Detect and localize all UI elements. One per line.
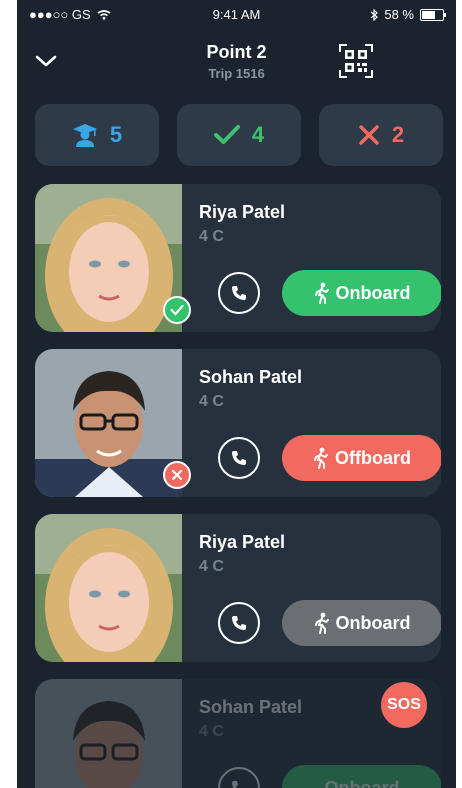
walking-person-icon <box>314 612 329 634</box>
onboard-stat[interactable]: 4 <box>177 104 301 166</box>
student-class: 4 C <box>199 228 224 245</box>
action-label: Onboard <box>324 777 400 788</box>
offboarded-badge <box>163 461 191 489</box>
onboard-count: 4 <box>251 122 265 147</box>
call-button[interactable] <box>218 767 260 788</box>
onboard-button[interactable]: Onboard <box>282 765 441 788</box>
check-icon <box>213 125 240 144</box>
check-icon <box>170 304 184 316</box>
student-card: Sohan Patel 4 C Onboard <box>35 679 441 788</box>
phone-icon <box>232 286 246 300</box>
walking-person-icon <box>314 447 328 469</box>
cross-icon <box>171 469 183 481</box>
page-title: Point 2 <box>206 42 267 62</box>
student-icon <box>72 124 97 147</box>
battery-icon <box>420 8 446 21</box>
student-card: Riya Patel 4 C Onboard <box>35 184 441 332</box>
status-bar: ●●●○○ GS 9:41 AM 58 % <box>17 0 456 30</box>
app-screen: ●●●○○ GS 9:41 AM 58 % Point 2 Trip 1516 <box>17 0 456 788</box>
status-right: 58 % <box>370 7 446 22</box>
qr-code-icon[interactable] <box>339 44 373 78</box>
student-name: Riya Patel <box>199 532 286 552</box>
total-students-stat[interactable]: 5 <box>35 104 159 166</box>
bluetooth-icon <box>370 8 379 21</box>
student-photo <box>35 349 182 497</box>
student-photo <box>35 679 182 788</box>
student-class: 4 C <box>199 558 224 575</box>
trip-subtitle: Trip 1516 <box>208 66 265 81</box>
onboard-button[interactable]: Onboard <box>282 270 441 316</box>
walking-person-icon <box>314 282 329 304</box>
student-name: Sohan Patel <box>199 367 303 387</box>
action-label: Onboard <box>335 612 411 633</box>
phone-icon <box>232 781 238 788</box>
onboard-button-disabled[interactable]: Onboard <box>282 600 441 646</box>
action-label: Onboard <box>335 282 411 303</box>
student-class: 4 C <box>199 723 224 740</box>
absent-stat[interactable]: 2 <box>319 104 443 166</box>
call-button[interactable] <box>218 272 260 314</box>
student-photo <box>35 514 182 662</box>
total-count: 5 <box>109 122 123 147</box>
student-name: Riya Patel <box>199 202 286 222</box>
onboarded-badge <box>163 296 191 324</box>
student-card: Riya Patel 4 C Onboard <box>35 514 441 662</box>
offboard-button[interactable]: Offboard <box>282 435 441 481</box>
call-button[interactable] <box>218 437 260 479</box>
title-block: Point 2 Trip 1516 <box>17 42 456 81</box>
header: Point 2 Trip 1516 <box>17 34 456 90</box>
call-button[interactable] <box>218 602 260 644</box>
student-photo <box>35 184 182 332</box>
phone-icon <box>232 616 246 630</box>
sos-button[interactable]: SOS <box>381 682 427 728</box>
action-label: Offboard <box>335 447 411 468</box>
phone-icon <box>232 451 246 465</box>
absent-count: 2 <box>391 122 405 147</box>
student-name: Sohan Patel <box>199 697 303 717</box>
student-card: Sohan Patel 4 C Offboard <box>35 349 441 497</box>
stats-row: 5 4 2 <box>35 104 443 166</box>
battery-percent: 58 % <box>384 7 414 22</box>
student-class: 4 C <box>199 393 224 410</box>
cross-icon <box>359 125 379 145</box>
